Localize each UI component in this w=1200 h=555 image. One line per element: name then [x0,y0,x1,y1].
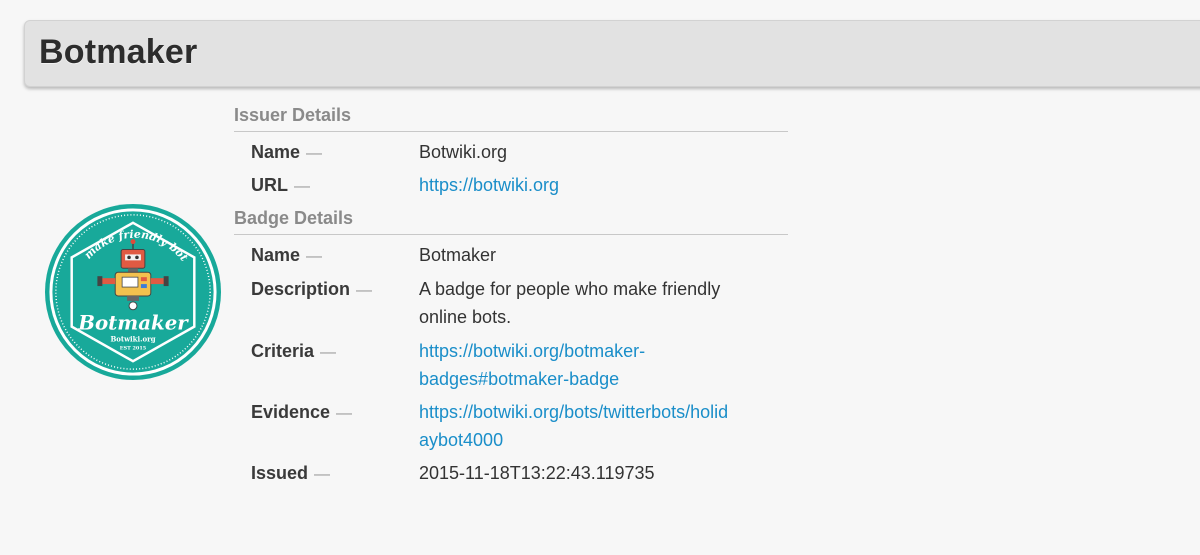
badge-evidence-line: https://botwiki.org/bots/twitterbots/hol… [419,402,729,422]
badge-evidence-label: Evidence [251,402,331,422]
details-panel: Issuer Details Name — Botwiki.org URL — ht… [234,100,788,491]
badge-details-heading: Badge Details [234,203,788,235]
page-title: Botmaker [39,33,198,71]
badge-evidence-row: Evidence — https://botwiki.org/bots/twitt… [234,398,788,459]
separator-dash: — [306,145,323,162]
badge-criteria-line: badges#botmaker-badge [419,369,620,389]
separator-dash: — [294,178,310,195]
separator-dash: — [356,282,373,299]
issuer-url-row: URL — https://botwiki.org [234,171,788,203]
issuer-url-link[interactable]: https://botwiki.org [419,171,779,199]
badge-image: I make friendly bots Botmaker Botwiki.or… [44,203,222,381]
page-header: Botmaker [24,20,1200,87]
issuer-url-label: URL [251,175,288,195]
badge-description-line: online bots. [419,307,512,327]
badge-description-value: A badge for people who make friendly onl… [419,275,779,331]
issuer-name-row: Name — Botwiki.org [234,138,788,171]
separator-dash: — [320,344,337,361]
badge-issued-label: Issued [251,463,309,483]
badge-criteria-row: Criteria — https://botwiki.org/botmaker- … [234,337,788,398]
badge-description-line: A badge for people who make friendly [419,279,721,299]
badge-name-value: Botmaker [419,245,497,265]
badge-criteria-link[interactable]: https://botwiki.org/botmaker- badges#bot… [419,337,779,393]
badge-criteria-label: Criteria [251,341,315,361]
badge-name-row: Name — Botmaker [234,241,788,275]
badge-site-text: Botwiki.org [110,335,155,343]
badge-description-row: Description — A badge for people who make… [234,275,788,337]
badge-criteria-line: https://botwiki.org/botmaker- [419,341,646,361]
badge-name-text: Botmaker [77,311,189,335]
separator-dash: — [306,248,323,265]
badge-evidence-line: aybot4000 [419,430,504,450]
issuer-details-heading: Issuer Details [234,100,788,132]
badge-evidence-link[interactable]: https://botwiki.org/bots/twitterbots/hol… [419,398,779,454]
badge-name-label: Name [251,245,301,265]
separator-dash: — [336,405,353,422]
badge-est-text: EST 2015 [120,345,147,351]
badge-description-label: Description [251,279,351,299]
badge-issued-row: Issued — 2015-11-18T13:22:43.119735 [234,459,788,491]
badge-issued-value: 2015-11-18T13:22:43.119735 [419,463,655,483]
issuer-name-value: Botwiki.org [419,142,508,162]
issuer-name-label: Name [251,142,301,162]
separator-dash: — [314,466,331,483]
